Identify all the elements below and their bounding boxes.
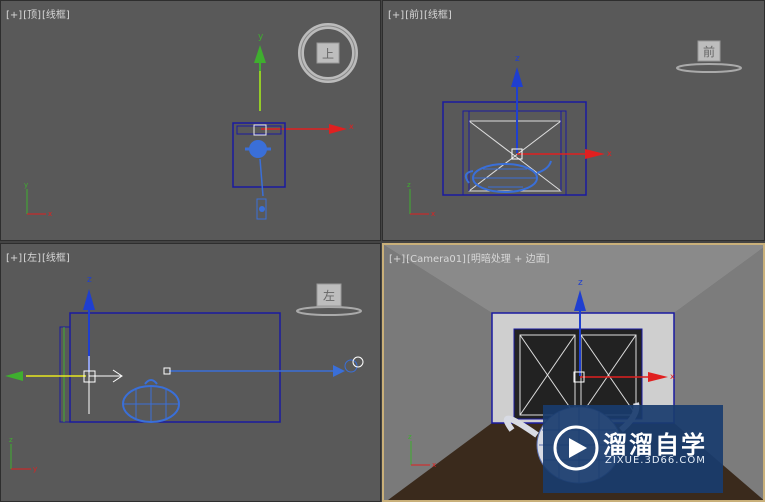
viewport-top[interactable]: [+][顶][线框] 上 y x y x (0, 0, 381, 241)
viewport-label-top[interactable]: [+][顶][线框] (6, 6, 71, 21)
shading-mode[interactable]: [线框] (424, 10, 452, 21)
svg-text:前: 前 (703, 44, 715, 59)
svg-text:z: z (578, 278, 583, 288)
svg-text:x: x (670, 372, 675, 381)
svg-text:x: x (48, 210, 52, 218)
shading-mode[interactable]: [线框] (42, 10, 70, 21)
svg-text:z: z (9, 436, 13, 444)
view-name[interactable]: [左] (23, 253, 41, 264)
svg-text:上: 上 (322, 47, 334, 61)
viewport-left[interactable]: [+][左][线框] 左 z z y (0, 243, 381, 502)
top-scene: 上 y x y x (24, 23, 358, 220)
svg-text:x: x (349, 122, 354, 131)
viewport-label-left[interactable]: [+][左][线框] (6, 249, 71, 264)
svg-text:z: z (515, 54, 520, 64)
svg-text:y: y (258, 32, 264, 42)
svg-text:x: x (432, 461, 436, 469)
shading-mode[interactable]: [线框] (42, 253, 70, 264)
view-name[interactable]: [前] (405, 10, 423, 21)
play-logo-icon (553, 425, 599, 471)
viewport-front[interactable]: [+][前][线框] 前 z x z x (382, 0, 765, 241)
viewport-menu-button[interactable]: [+] (6, 10, 22, 21)
watermark-url: ZIXUE.3D66.COM (605, 455, 706, 466)
shading-mode[interactable]: [明暗处理 + 边面] (467, 254, 550, 265)
svg-text:y: y (24, 181, 28, 189)
viewcube[interactable]: 前 (676, 40, 742, 73)
svg-text:左: 左 (323, 288, 335, 303)
svg-text:z: z (87, 275, 92, 285)
svg-text:z: z (408, 433, 412, 441)
left-scene: 左 z z y (5, 275, 364, 473)
svg-text:x: x (607, 149, 612, 158)
svg-text:y: y (33, 465, 37, 473)
svg-text:z: z (407, 181, 411, 189)
viewport-menu-button[interactable]: [+] (389, 254, 405, 265)
viewcube[interactable]: 左 (296, 283, 362, 316)
viewport-menu-button[interactable]: [+] (6, 253, 22, 264)
svg-text:x: x (431, 210, 435, 218)
view-name[interactable]: [顶] (23, 10, 41, 21)
viewport-grid: [+][顶][线框] 上 y x y x [+][前][线框] 前 z x z … (0, 0, 765, 502)
view-name[interactable]: [Camera01] (406, 254, 466, 265)
viewport-label-front[interactable]: [+][前][线框] (388, 6, 453, 21)
watermark-banner: 溜溜自学 ZIXUE.3D66.COM (543, 405, 723, 493)
front-scene: 前 z x z x (407, 40, 742, 218)
viewport-label-camera[interactable]: [+][Camera01][明暗处理 + 边面] (389, 250, 551, 265)
viewport-menu-button[interactable]: [+] (388, 10, 404, 21)
viewcube[interactable]: 上 (298, 23, 358, 83)
